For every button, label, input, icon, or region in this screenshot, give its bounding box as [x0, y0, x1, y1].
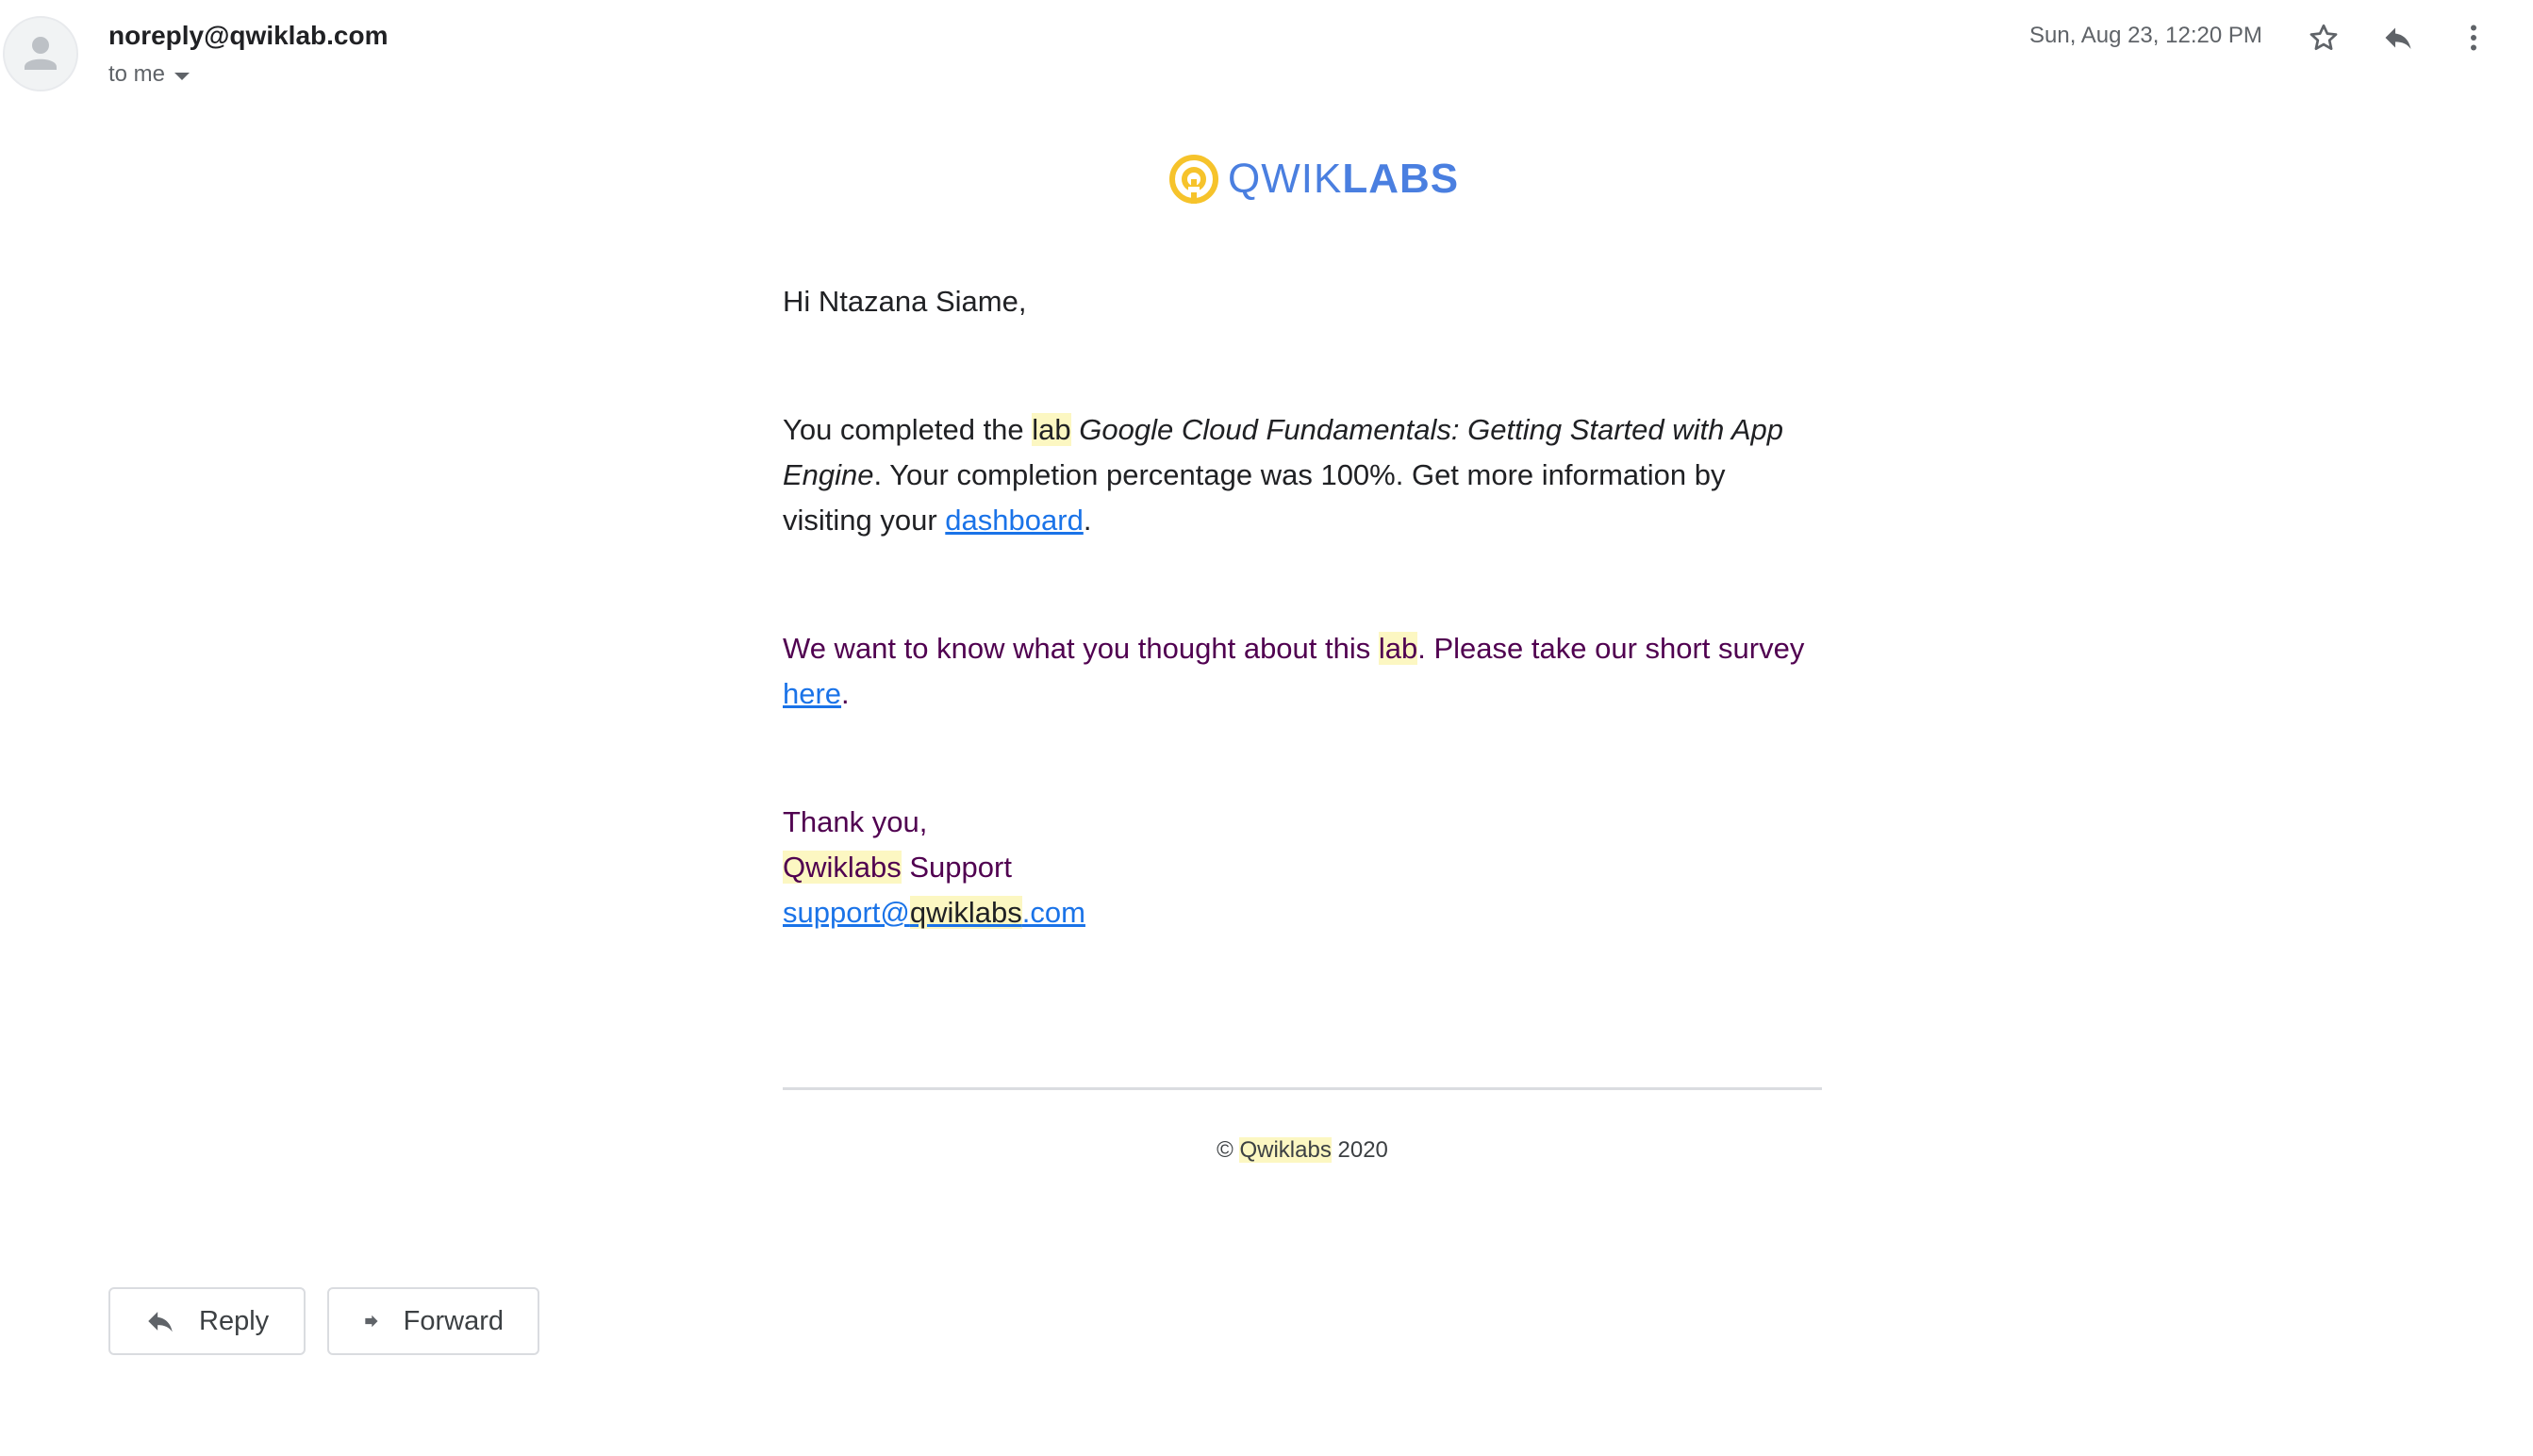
chevron-down-icon [174, 73, 190, 80]
qwiklabs-logo-icon [1169, 155, 1218, 204]
reply-icon[interactable] [2377, 17, 2419, 58]
support-email-link[interactable]: support@qwiklabs.com [783, 896, 1085, 929]
search-highlight: Qwiklabs [1239, 1137, 1332, 1163]
signature-team: Qwiklabs Support [783, 851, 1012, 884]
completion-paragraph: You completed the lab Google Cloud Funda… [783, 413, 1784, 537]
more-vert-icon[interactable] [2453, 17, 2494, 58]
recipient-label: to me [108, 61, 166, 87]
email-date: Sun, Aug 23, 12:20 PM [2029, 23, 2262, 48]
search-highlight: lab [1378, 632, 1418, 665]
sender-address: noreply@qwiklab.com [108, 21, 389, 50]
survey-link[interactable]: here [783, 677, 841, 710]
greeting: Hi Ntazana Siame, [783, 285, 1027, 318]
forward-button-label: Forward [403, 1305, 504, 1336]
dashboard-link[interactable]: dashboard [945, 504, 1084, 537]
avatar[interactable] [3, 16, 78, 91]
qwiklabs-logo: QWIKLABS [1167, 153, 1459, 206]
reply-button-label: Reply [199, 1305, 270, 1336]
recipient-details-toggle[interactable]: to me [108, 61, 190, 88]
logo-wordmark: QWIKLABS [1228, 156, 1460, 202]
search-highlight: lab [1032, 413, 1071, 446]
reply-icon [148, 1312, 173, 1332]
signature-thanks: Thank you, [783, 805, 928, 838]
search-highlight: Qwiklabs [783, 851, 902, 884]
reply-button[interactable]: Reply [108, 1287, 306, 1355]
signature: Thank you, Qwiklabs Support support@qwik… [783, 800, 1822, 935]
divider [783, 1087, 1822, 1090]
footer-copyright: © Qwiklabs 2020 [1217, 1137, 1388, 1163]
star-icon[interactable] [2303, 17, 2344, 58]
survey-paragraph: We want to know what you thought about t… [783, 632, 1805, 710]
avatar-icon [25, 37, 57, 70]
forward-button[interactable]: Forward [327, 1287, 539, 1355]
forward-icon [365, 1315, 378, 1328]
